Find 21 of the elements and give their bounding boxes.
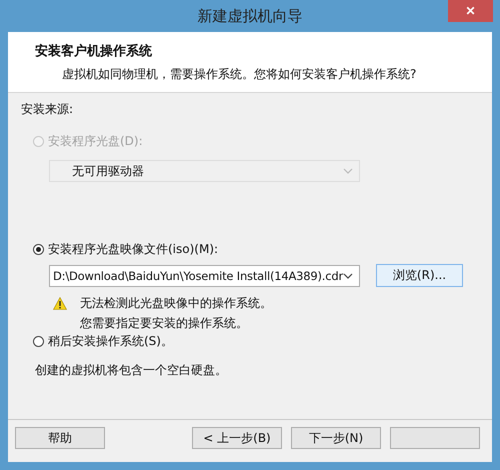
file-path-dropdown[interactable]: D:\Download\BaiduYun\Yosemite Install(14A389).cdr (49, 264, 360, 286)
option-label: 安装程序光盘映像文件(iso)(M): (48, 240, 218, 258)
option-note: 创建的虚拟机将包含一个空白硬盘。 (35, 362, 228, 379)
warning-icon (53, 297, 67, 310)
page-description: 虚拟机如同物理机，需要操作系统。您将如何安装客户机操作系统? (62, 66, 418, 83)
window-title: 新建虚拟机向导 (198, 6, 302, 26)
radio-button[interactable] (33, 244, 44, 254)
help-button[interactable]: 帮助 (15, 427, 105, 449)
page-heading: 安装客户机操作系统 (35, 42, 153, 60)
chevron-icon (343, 272, 354, 278)
warning-text: 您需要指定要安装的操作系统。 (80, 315, 249, 332)
browse-button[interactable]: 浏览(R)... (376, 264, 463, 287)
section-label: 安装来源: (21, 101, 74, 118)
chevron-icon (343, 168, 353, 174)
close-button[interactable]: ✕ (448, 0, 493, 22)
radio-button[interactable] (33, 336, 44, 346)
back-button[interactable]: < 上一步(B) (192, 427, 282, 449)
next-button[interactable]: 下一步(N) (291, 427, 381, 449)
option-label: 安装程序光盘(D): (48, 132, 143, 150)
warning-text: 无法检测此光盘映像中的操作系统。 (80, 295, 272, 312)
option-label: 稍后安装操作系统(S)。 (48, 332, 173, 350)
